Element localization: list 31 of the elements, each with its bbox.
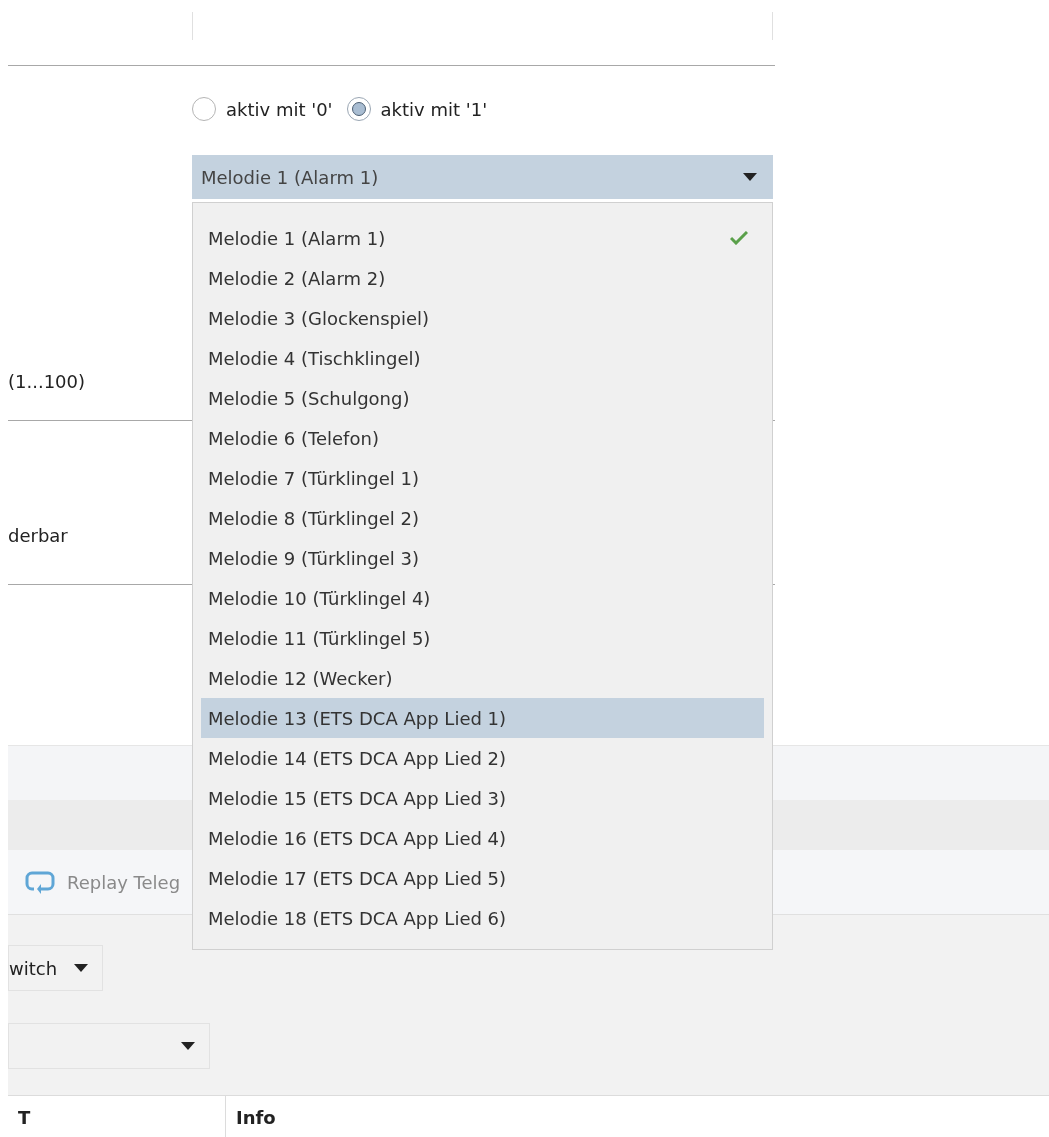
melody-option[interactable]: Melodie 2 (Alarm 2) bbox=[201, 258, 764, 298]
melody-option[interactable]: Melodie 15 (ETS DCA App Lied 3) bbox=[201, 778, 764, 818]
caret-icon bbox=[74, 964, 88, 972]
melody-option[interactable]: Melodie 8 (Türklingel 2) bbox=[201, 498, 764, 538]
melody-option[interactable]: Melodie 9 (Türklingel 3) bbox=[201, 538, 764, 578]
melody-option[interactable]: Melodie 6 (Telefon) bbox=[201, 418, 764, 458]
melody-option[interactable]: Melodie 17 (ETS DCA App Lied 5) bbox=[201, 858, 764, 898]
melody-option[interactable]: Melodie 4 (Tischklingel) bbox=[201, 338, 764, 378]
caret-icon bbox=[181, 1042, 195, 1050]
melody-option[interactable]: Melodie 13 (ETS DCA App Lied 1) bbox=[201, 698, 764, 738]
column-header: T bbox=[8, 1096, 226, 1137]
melody-option[interactable]: Melodie 18 (ETS DCA App Lied 6) bbox=[201, 898, 764, 938]
parameter-label: derbar bbox=[8, 525, 68, 546]
radio-option[interactable]: aktiv mit '0' bbox=[192, 97, 333, 121]
parameter-label: (1...100) bbox=[8, 371, 86, 392]
melody-dropdown[interactable]: Melodie 1 (Alarm 1) bbox=[192, 155, 773, 199]
type-filter-dropdown[interactable]: witch bbox=[8, 945, 103, 991]
melody-option[interactable]: Melodie 5 (Schulgong) bbox=[201, 378, 764, 418]
melody-option[interactable]: Melodie 10 (Türklingel 4) bbox=[201, 578, 764, 618]
melody-option[interactable]: Melodie 14 (ETS DCA App Lied 2) bbox=[201, 738, 764, 778]
melody-option[interactable]: Melodie 1 (Alarm 1) bbox=[201, 218, 764, 258]
loop-arrow-icon bbox=[25, 870, 55, 894]
radio-option[interactable]: aktiv mit '1' bbox=[346, 97, 488, 121]
caret-icon bbox=[743, 173, 757, 181]
melody-option[interactable]: Melodie 16 (ETS DCA App Lied 4) bbox=[201, 818, 764, 858]
filter-dropdown[interactable] bbox=[8, 1023, 210, 1069]
melody-option[interactable]: Melodie 12 (Wecker) bbox=[201, 658, 764, 698]
melody-option[interactable]: Melodie 7 (Türklingel 1) bbox=[201, 458, 764, 498]
melody-option[interactable]: Melodie 3 (Glockenspiel) bbox=[201, 298, 764, 338]
column-header: Info bbox=[235, 1105, 277, 1130]
melody-option[interactable]: Melodie 11 (Türklingel 5) bbox=[201, 618, 764, 658]
